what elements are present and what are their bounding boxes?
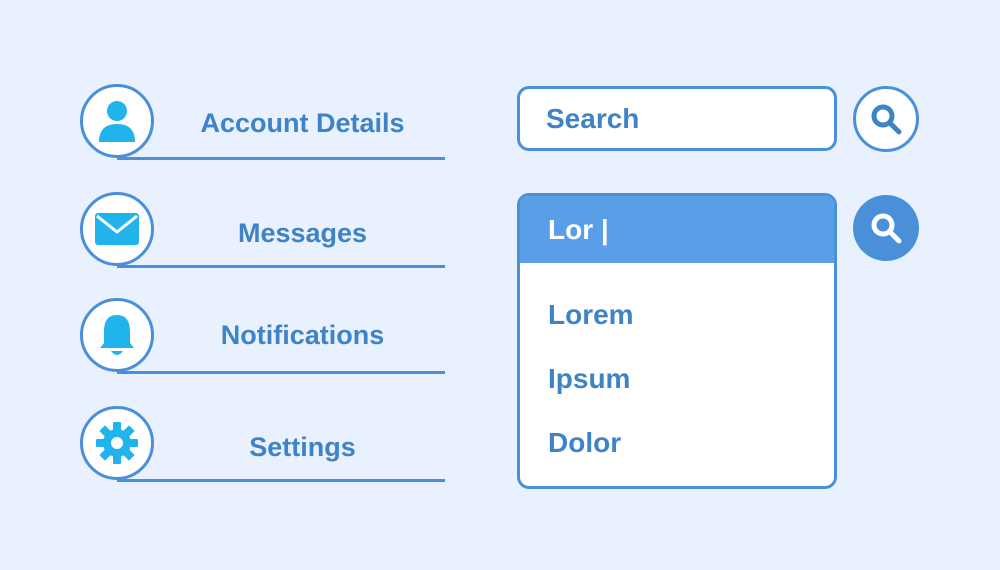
autocomplete-input[interactable]: Lor |: [520, 196, 834, 263]
envelope-icon: [95, 213, 139, 245]
menu-label: Notifications: [220, 320, 385, 350]
autocomplete-option-ipsum[interactable]: Ipsum: [548, 362, 630, 396]
search-icon: [871, 213, 902, 244]
search-placeholder: Search: [546, 102, 640, 134]
menu-item-settings[interactable]: Settings: [80, 406, 445, 486]
menu-label: Account Details: [200, 108, 405, 138]
menu-underline: [117, 265, 445, 268]
menu-label: Messages: [237, 218, 368, 248]
autocomplete-search-button[interactable]: [853, 195, 919, 261]
autocomplete-option-dolor[interactable]: Dolor: [548, 426, 621, 460]
menu-item-messages[interactable]: Messages: [80, 192, 445, 272]
autocomplete-dropdown: Lor | Lorem Ipsum Dolor: [517, 193, 837, 489]
gear-icon: [96, 422, 138, 464]
search-icon: [871, 104, 902, 135]
search-input[interactable]: Search: [517, 86, 837, 151]
notifications-icon-circle: [80, 298, 154, 372]
settings-icon-circle: [80, 406, 154, 480]
menu-underline: [117, 157, 445, 160]
user-icon: [99, 101, 135, 142]
menu-underline: [117, 479, 445, 482]
autocomplete-option-lorem[interactable]: Lorem: [548, 298, 634, 332]
menu-label: Settings: [249, 432, 356, 462]
account-icon-circle: [80, 84, 154, 158]
menu-item-account-details[interactable]: Account Details: [80, 84, 445, 164]
messages-icon-circle: [80, 192, 154, 266]
autocomplete-input-value: Lor |: [548, 213, 609, 245]
menu-underline: [117, 371, 445, 374]
menu-item-notifications[interactable]: Notifications: [80, 298, 445, 378]
bell-icon: [100, 315, 134, 355]
search-button[interactable]: [853, 86, 919, 152]
